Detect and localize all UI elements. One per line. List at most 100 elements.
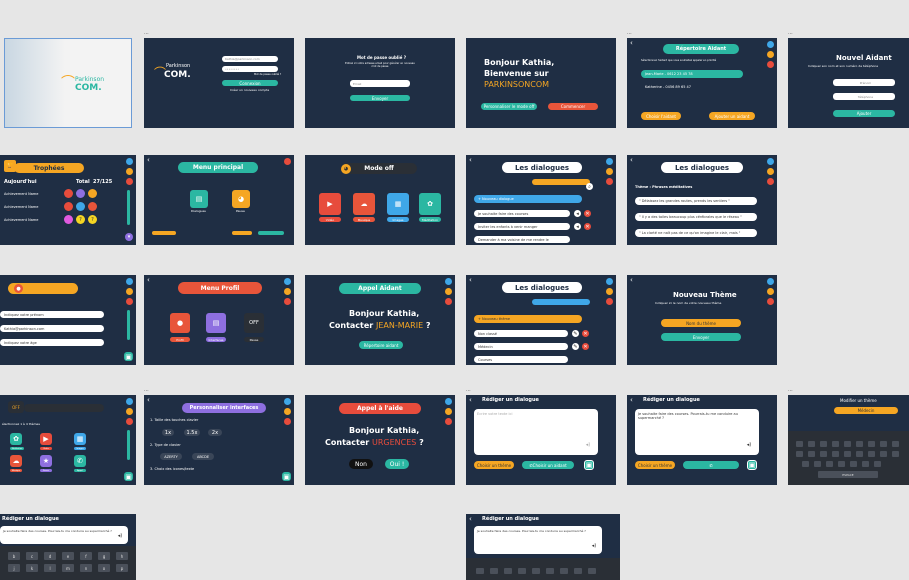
keyboard-key[interactable] bbox=[546, 568, 554, 574]
keyboard-key[interactable]: k bbox=[26, 564, 38, 572]
play-icon[interactable]: ◂ bbox=[574, 223, 581, 230]
keyboard-key[interactable]: f bbox=[80, 552, 92, 560]
keyboard-key[interactable]: j bbox=[8, 564, 20, 572]
keyboard-key[interactable] bbox=[892, 441, 899, 447]
dialogue-textarea[interactable]: Je souhaite faire des courses. Pourrais-… bbox=[635, 409, 759, 455]
directory-button[interactable]: Répertoire aidant bbox=[359, 341, 403, 349]
speaker-icon[interactable]: ◂) bbox=[745, 441, 753, 449]
edit-icon[interactable]: ✎ bbox=[572, 330, 579, 337]
firstname-field[interactable]: Indiquez votre prénom bbox=[0, 311, 104, 318]
back-icon[interactable]: ‹ bbox=[630, 39, 633, 47]
quote-row-2[interactable]: " Il y a des toiles beaucoup plus cérébr… bbox=[635, 213, 757, 221]
size-1x[interactable]: 1x bbox=[162, 429, 174, 436]
music-icon[interactable]: ☁ bbox=[10, 455, 22, 467]
save-icon[interactable]: ▣ bbox=[124, 352, 133, 361]
add-caregiver-button[interactable]: Ajouter un aidant bbox=[709, 112, 755, 120]
keyboard-key[interactable] bbox=[490, 568, 498, 574]
speaker-icon[interactable]: ◂) bbox=[584, 441, 592, 449]
age-field[interactable]: Indiquez votre âge bbox=[0, 339, 104, 346]
keyboard-key[interactable] bbox=[868, 441, 875, 447]
meditation-icon[interactable]: ✿ bbox=[10, 433, 22, 445]
email-field[interactable]: Kathia@parkinson.com bbox=[0, 325, 104, 332]
theme-row-3[interactable]: Courses bbox=[474, 356, 568, 363]
phone-field[interactable]: Téléphone bbox=[833, 93, 895, 100]
keyboard[interactable] bbox=[466, 558, 620, 580]
keyboard-key[interactable] bbox=[832, 451, 839, 457]
keyboard-key[interactable] bbox=[868, 451, 875, 457]
yes-button[interactable]: Oui ! bbox=[385, 459, 409, 469]
keyboard-key[interactable] bbox=[504, 568, 512, 574]
keyboard-key[interactable] bbox=[850, 461, 857, 467]
keyboard-key[interactable] bbox=[844, 451, 851, 457]
keyboard-key[interactable]: b bbox=[8, 552, 20, 560]
space-key[interactable]: ESPACE bbox=[818, 471, 878, 478]
keyboard[interactable]: b c d e f g h j k l m n o p bbox=[0, 546, 136, 580]
pause-icon[interactable]: OFF bbox=[244, 313, 264, 333]
images-icon[interactable]: ▦ bbox=[387, 193, 409, 215]
azerty-option[interactable]: AZERTY bbox=[160, 453, 182, 460]
keyboard-key[interactable]: h bbox=[116, 552, 128, 560]
profile-icon[interactable]: ● bbox=[170, 313, 190, 333]
back-icon[interactable]: ‹ bbox=[147, 276, 150, 284]
abcde-option[interactable]: ABCDE bbox=[192, 453, 214, 460]
back-icon[interactable]: ‹ bbox=[630, 396, 633, 404]
forgot-link[interactable]: Mot de passe oublié ? bbox=[254, 73, 281, 77]
keyboard-key[interactable]: e bbox=[62, 552, 74, 560]
keyboard-key[interactable]: g bbox=[98, 552, 110, 560]
keyboard-key[interactable] bbox=[844, 441, 851, 447]
new-theme-button[interactable]: + Nouveau thème bbox=[474, 315, 582, 323]
keyboard-key[interactable]: o bbox=[98, 564, 110, 572]
back-icon[interactable]: ‹ bbox=[469, 515, 472, 523]
back-icon[interactable]: ‹ bbox=[147, 156, 150, 164]
keyboard-key[interactable] bbox=[796, 451, 803, 457]
send-button[interactable]: Envoyer bbox=[350, 95, 410, 101]
dialogue-row-2[interactable]: Inviter les enfants à venir manger bbox=[474, 223, 570, 230]
login-button[interactable]: Connexion bbox=[222, 80, 278, 86]
speaker-icon[interactable]: ◂) bbox=[116, 532, 124, 540]
keyboard[interactable]: ESPACE bbox=[788, 431, 909, 485]
start-button[interactable]: Commencer bbox=[548, 103, 598, 110]
keyboard-key[interactable] bbox=[808, 451, 815, 457]
keyboard-key[interactable]: n bbox=[80, 564, 92, 572]
edit-icon[interactable]: ✎ bbox=[572, 343, 579, 350]
pause-icon[interactable]: ◕ bbox=[232, 190, 250, 208]
video-icon[interactable]: ▶ bbox=[319, 193, 341, 215]
create-account-link[interactable]: Créer un nouveau compte bbox=[230, 88, 269, 92]
call-icon[interactable]: ✆ bbox=[74, 455, 86, 467]
caregiver-row-2[interactable]: Katherine - 0456 89 65 47 bbox=[645, 85, 691, 89]
email-field[interactable]: Email bbox=[350, 80, 410, 87]
send-button[interactable]: Envoyer bbox=[661, 333, 741, 341]
caregiver-row-1[interactable]: Jean-Marie - 0612 23 45 78 bbox=[641, 70, 743, 78]
dialogue-textarea[interactable]: Ecrire votre texte ici bbox=[474, 409, 598, 455]
keyboard-key[interactable] bbox=[874, 461, 881, 467]
size-15x[interactable]: 1.5x bbox=[184, 429, 200, 436]
keyboard-key[interactable] bbox=[826, 461, 833, 467]
keyboard-key[interactable]: l bbox=[44, 564, 56, 572]
play-icon[interactable]: ◂ bbox=[574, 210, 581, 217]
size-2x[interactable]: 2x bbox=[208, 429, 222, 436]
scroll-down-icon[interactable]: ▾ bbox=[125, 233, 133, 241]
choose-theme-button[interactable]: Choisir un thème bbox=[635, 461, 675, 469]
delete-icon[interactable]: ✕ bbox=[582, 343, 589, 350]
keyboard-key[interactable]: p bbox=[116, 564, 128, 572]
password-field[interactable]: •••••••• bbox=[222, 66, 278, 72]
name-field[interactable]: Prénom bbox=[833, 79, 895, 86]
save-icon[interactable]: ▣ bbox=[747, 460, 757, 470]
images-icon[interactable]: ▦ bbox=[74, 433, 86, 445]
interfaces-icon[interactable]: ▤ bbox=[206, 313, 226, 333]
keyboard-key[interactable] bbox=[574, 568, 582, 574]
delete-icon[interactable]: ✕ bbox=[584, 223, 591, 230]
theme-row-2[interactable]: Médecin bbox=[474, 343, 568, 350]
keyboard-key[interactable]: m bbox=[62, 564, 74, 572]
meditation-icon[interactable]: ✿ bbox=[419, 193, 441, 215]
keyboard-key[interactable] bbox=[476, 568, 484, 574]
save-icon[interactable]: ▣ bbox=[282, 472, 291, 481]
theme-name-field[interactable]: Nom du thème bbox=[661, 319, 741, 327]
keyboard-key[interactable] bbox=[808, 441, 815, 447]
theme-row-1[interactable]: Non classé bbox=[474, 330, 568, 337]
keyboard-key[interactable] bbox=[532, 568, 540, 574]
keyboard-key[interactable] bbox=[832, 441, 839, 447]
keyboard-key[interactable] bbox=[880, 441, 887, 447]
back-icon[interactable]: ‹ bbox=[630, 276, 633, 284]
keyboard-key[interactable] bbox=[814, 461, 821, 467]
